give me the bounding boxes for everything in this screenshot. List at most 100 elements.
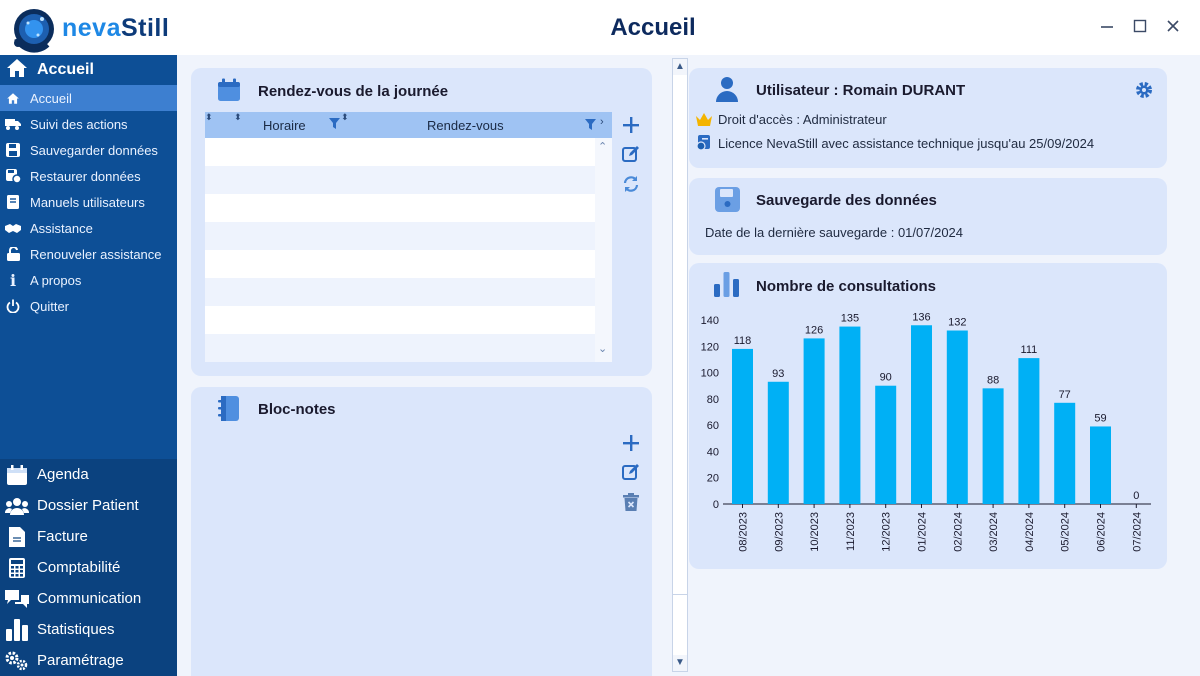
backup-card	[689, 178, 1167, 255]
table-row[interactable]	[205, 334, 595, 362]
sidebar-module-label: Communication	[37, 590, 142, 607]
trash-icon	[623, 493, 639, 511]
home-icon	[5, 92, 21, 105]
close-button[interactable]	[1162, 16, 1184, 38]
sidebar-item-label: Suivi des actions	[30, 116, 128, 132]
backup-date: Date de la dernière sauvegarde : 01/07/2…	[705, 225, 964, 240]
filter-icon[interactable]	[329, 117, 340, 132]
calendar-icon	[5, 464, 29, 485]
x-tick-label: 11/2023	[845, 512, 857, 551]
sidebar-item-label: Restaurer données	[30, 168, 141, 184]
bar	[982, 388, 1004, 504]
sidebar-module-label: Comptabilité	[37, 559, 121, 576]
save-icon	[715, 187, 740, 212]
data-label: 111	[1021, 344, 1038, 356]
sidebar-item-label: Quitter	[30, 298, 70, 314]
x-tick-label: 03/2024	[988, 512, 1000, 552]
license-line: Licence NevaStill avec assistance techni…	[696, 135, 1094, 151]
calculator-icon	[5, 557, 29, 578]
user-settings-button[interactable]	[1133, 79, 1155, 101]
users-icon	[5, 497, 29, 515]
sidebar-item-restaurer[interactable]: Restaurer données	[0, 163, 177, 189]
sidebar-module-statistiques[interactable]: Statistiques	[0, 614, 177, 645]
data-label: 88	[987, 374, 999, 386]
sidebar-module-label: Agenda	[37, 466, 89, 483]
sidebar-item-quitter[interactable]: Quitter	[0, 293, 177, 319]
sidebar-header[interactable]: Accueil	[0, 55, 177, 85]
sidebar-module-label: Statistiques	[37, 621, 115, 638]
sidebar-modules: Agenda Dossier Patient Facture Comptabil…	[0, 459, 177, 676]
data-label: 77	[1059, 389, 1071, 401]
notes-title: Bloc-notes	[258, 401, 336, 418]
sidebar-module-communication[interactable]: Communication	[0, 583, 177, 614]
filter-icon[interactable]	[585, 118, 596, 133]
sort-icon[interactable]: ⬍	[234, 112, 242, 123]
scrollbar-thumb[interactable]	[673, 75, 687, 595]
calendar-icon	[218, 78, 240, 101]
chevron-right-icon[interactable]: ›	[600, 116, 604, 128]
sidebar-item-label: Renouveler assistance	[30, 246, 162, 262]
sidebar-module-parametrage[interactable]: Paramétrage	[0, 645, 177, 676]
x-tick-label: 04/2024	[1024, 512, 1036, 552]
sidebar-module-comptabilite[interactable]: Comptabilité	[0, 552, 177, 583]
sidebar-item-a-propos[interactable]: i A propos	[0, 267, 177, 293]
refresh-appointments-button[interactable]	[620, 173, 642, 195]
chevron-up-icon[interactable]: ⌃	[598, 140, 607, 153]
sidebar-module-agenda[interactable]: Agenda	[0, 459, 177, 490]
bar-chart-icon	[714, 272, 739, 297]
scroll-down-button[interactable]: ▼	[673, 655, 687, 671]
sidebar-header-label: Accueil	[37, 61, 94, 78]
add-appointment-button[interactable]	[620, 114, 642, 136]
main-scrollbar[interactable]: ▲ ▼	[672, 58, 688, 672]
y-tick-label: 80	[707, 394, 719, 406]
book-icon	[5, 195, 21, 209]
x-tick-label: 02/2024	[952, 512, 964, 552]
table-row[interactable]	[205, 250, 595, 278]
power-icon	[5, 299, 21, 313]
user-title: Utilisateur : Romain DURANT	[756, 82, 966, 99]
minimize-button[interactable]	[1096, 16, 1118, 38]
chevron-down-icon[interactable]: ⌄	[598, 342, 607, 355]
column-horaire[interactable]: Horaire	[263, 118, 306, 133]
maximize-button[interactable]	[1129, 16, 1151, 38]
table-row[interactable]	[205, 166, 595, 194]
table-row[interactable]	[205, 278, 595, 306]
scroll-up-button[interactable]: ▲	[673, 59, 687, 75]
table-row[interactable]	[205, 194, 595, 222]
data-label: 59	[1094, 412, 1106, 424]
y-tick-label: 0	[713, 499, 719, 511]
home-icon	[5, 57, 31, 84]
table-row[interactable]	[205, 138, 595, 166]
sort-icon[interactable]: ⬍	[341, 112, 349, 123]
add-note-button[interactable]	[620, 432, 642, 454]
y-tick-label: 20	[707, 473, 719, 485]
license-text: Licence NevaStill avec assistance techni…	[718, 135, 1095, 151]
sidebar-item-label: Manuels utilisateurs	[30, 194, 145, 210]
sidebar-module-dossier-patient[interactable]: Dossier Patient	[0, 490, 177, 521]
edit-appointment-button[interactable]	[620, 143, 642, 165]
column-rendez-vous[interactable]: Rendez-vous	[427, 118, 504, 133]
maximize-icon	[1133, 19, 1147, 33]
sidebar-item-assistance[interactable]: Assistance	[0, 215, 177, 241]
sidebar-module-facture[interactable]: Facture	[0, 521, 177, 552]
sidebar-item-manuels[interactable]: Manuels utilisateurs	[0, 189, 177, 215]
sidebar-item-renouveler[interactable]: Renouveler assistance	[0, 241, 177, 267]
x-tick-label: 07/2024	[1131, 512, 1143, 552]
sidebar-item-suivi-actions[interactable]: Suivi des actions	[0, 111, 177, 137]
table-row[interactable]	[205, 222, 595, 250]
edit-note-button[interactable]	[620, 461, 642, 483]
edit-icon	[622, 464, 639, 480]
table-header: ⬍ ⬍ Horaire ⬍ Rendez-vous ›	[205, 112, 612, 138]
close-icon	[1167, 20, 1179, 32]
access-text: Droit d'accès : Administrateur	[718, 112, 887, 127]
x-tick-label: 12/2023	[881, 512, 893, 552]
sidebar-item-accueil[interactable]: Accueil	[0, 85, 177, 111]
table-row[interactable]	[205, 306, 595, 334]
sidebar-item-sauvegarder[interactable]: Sauvegarder données	[0, 137, 177, 163]
table-scrollbar[interactable]: ⌃ ⌄	[595, 138, 612, 362]
y-tick-label: 140	[701, 315, 719, 327]
sidebar-module-label: Facture	[37, 528, 88, 545]
delete-note-button[interactable]	[620, 491, 642, 513]
sort-icon[interactable]: ⬍	[205, 112, 213, 123]
appointments-title: Rendez-vous de la journée	[258, 83, 449, 100]
